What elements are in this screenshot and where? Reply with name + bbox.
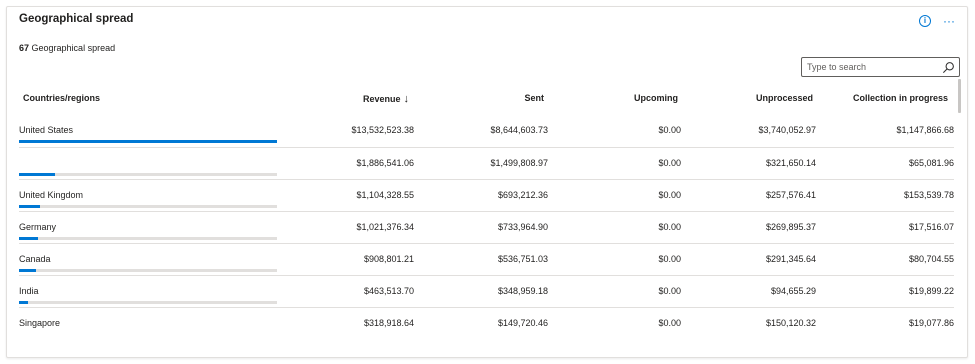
table-row[interactable]: Canada $908,801.21 $536,751.03 $0.00 $29… [19, 243, 954, 275]
cell-unprocessed: $257,576.41 [765, 190, 816, 200]
summary: 67 Geographical spread [19, 43, 115, 53]
cell-revenue: $318,918.64 [363, 318, 414, 328]
search-icon[interactable] [942, 61, 955, 74]
cell-country: India [19, 286, 39, 296]
cell-upcoming: $0.00 [658, 254, 681, 264]
cell-collection: $153,539.78 [903, 190, 954, 200]
sort-descending-icon: ↓ [403, 93, 410, 105]
header-revenue-label: Revenue [362, 94, 401, 104]
cell-sent: $536,751.03 [497, 254, 548, 264]
cell-upcoming: $0.00 [658, 318, 681, 328]
cell-country: United States [19, 125, 74, 135]
revenue-share-fill [19, 301, 28, 304]
cell-country: Singapore [19, 318, 61, 328]
cell-sent: $733,964.90 [497, 222, 548, 232]
table-row[interactable]: United Kingdom $1,104,328.55 $693,212.36… [19, 179, 954, 211]
cell-upcoming: $0.00 [658, 158, 681, 168]
table-row[interactable]: India $463,513.70 $348,959.18 $0.00 $94,… [19, 275, 954, 307]
cell-collection: $65,081.96 [908, 158, 954, 168]
cell-collection: $19,899.22 [908, 286, 954, 296]
table-row[interactable]: $1,886,541.06 $1,499,808.97 $0.00 $321,6… [19, 147, 954, 179]
cell-revenue: $1,104,328.55 [356, 190, 414, 200]
search-input[interactable] [802, 58, 934, 76]
cell-unprocessed: $150,120.32 [765, 318, 816, 328]
more-options-icon[interactable]: ··· [943, 15, 955, 27]
cell-upcoming: $0.00 [658, 190, 681, 200]
cell-sent: $149,720.46 [497, 318, 548, 328]
cell-collection: $80,704.55 [908, 254, 954, 264]
cell-upcoming: $0.00 [658, 222, 681, 232]
geographical-spread-card: Geographical spread i ··· 67 Geographica… [6, 6, 968, 358]
cell-sent: $1,499,808.97 [490, 158, 548, 168]
header-upcoming[interactable]: Upcoming [634, 93, 678, 103]
cell-collection: $17,516.07 [908, 222, 954, 232]
cell-revenue: $908,801.21 [363, 254, 414, 264]
cell-country: Germany [19, 222, 57, 232]
info-icon[interactable]: i [919, 15, 931, 27]
revenue-share-bar [19, 301, 277, 304]
cell-revenue: $13,532,523.38 [351, 125, 414, 135]
cell-unprocessed: $94,655.29 [770, 286, 816, 296]
card-header-actions: i ··· [919, 15, 955, 27]
cell-revenue: $463,513.70 [363, 286, 414, 296]
cell-collection: $1,147,866.68 [896, 125, 954, 135]
summary-count: 67 [19, 43, 30, 53]
summary-label: Geographical spread [31, 43, 116, 53]
cell-sent: $8,644,603.73 [490, 125, 548, 135]
table-row[interactable]: United States $13,532,523.38 $8,644,603.… [19, 115, 954, 147]
header-country[interactable]: Countries/regions [23, 93, 100, 103]
cell-collection: $19,077.86 [908, 318, 954, 328]
cell-country: Canada [19, 254, 51, 264]
revenue-share-fill [19, 173, 55, 176]
cell-unprocessed: $269,895.37 [765, 222, 816, 232]
revenue-share-bar [19, 140, 277, 143]
revenue-share-fill [19, 237, 39, 240]
table-row[interactable]: Germany $1,021,376.34 $733,964.90 $0.00 … [19, 211, 954, 243]
revenue-share-fill [19, 269, 37, 272]
table-header: Countries/regions Revenue ↓ Sent Upcoming… [19, 83, 954, 115]
cell-country: United Kingdom [19, 190, 84, 200]
cell-sent: $348,959.18 [497, 286, 548, 296]
cell-revenue: $1,886,541.06 [356, 158, 414, 168]
cell-upcoming: $0.00 [658, 286, 681, 296]
table-body: United States $13,532,523.38 $8,644,603.… [19, 115, 954, 339]
search-box[interactable] [801, 57, 960, 77]
header-sent[interactable]: Sent [524, 93, 544, 103]
header-revenue[interactable]: Revenue ↓ [363, 93, 409, 105]
cell-unprocessed: $321,650.14 [765, 158, 816, 168]
revenue-share-bar [19, 237, 277, 240]
header-collection[interactable]: Collection in progress [853, 93, 948, 103]
scrollbar[interactable] [958, 79, 961, 113]
cell-unprocessed: $3,740,052.97 [758, 125, 816, 135]
cell-sent: $693,212.36 [497, 190, 548, 200]
cell-revenue: $1,021,376.34 [356, 222, 414, 232]
cell-unprocessed: $291,345.64 [765, 254, 816, 264]
geo-table: Countries/regions Revenue ↓ Sent Upcoming… [19, 83, 954, 339]
revenue-share-bar [19, 205, 277, 208]
revenue-share-fill [19, 205, 41, 208]
table-row[interactable]: Singapore $318,918.64 $149,720.46 $0.00 … [19, 307, 954, 339]
cell-upcoming: $0.00 [658, 125, 681, 135]
header-unprocessed[interactable]: Unprocessed [756, 93, 813, 103]
revenue-share-fill [19, 140, 277, 143]
revenue-share-bar [19, 173, 277, 176]
card-title: Geographical spread [19, 13, 134, 25]
revenue-share-bar [19, 269, 277, 272]
